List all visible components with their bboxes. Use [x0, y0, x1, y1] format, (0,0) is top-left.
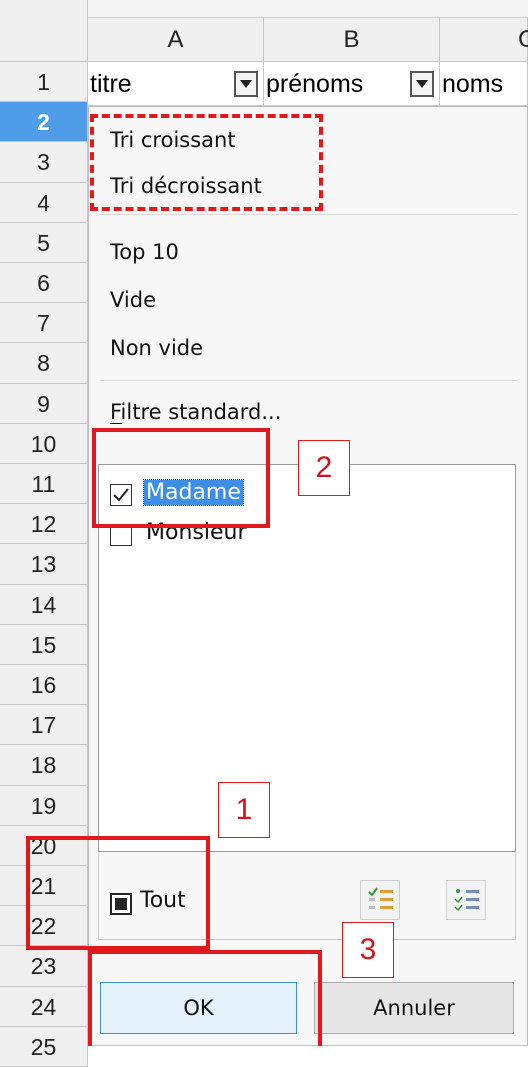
- menu-standard-filter-label: Filtre standard...: [110, 400, 282, 424]
- annotation-box-2: [92, 428, 270, 528]
- callout-1: 1: [218, 782, 270, 838]
- row-header[interactable]: 25: [0, 1026, 88, 1067]
- cell-c1[interactable]: noms: [440, 62, 528, 106]
- row-header[interactable]: 3: [0, 142, 88, 183]
- row-header[interactable]: 17: [0, 705, 88, 746]
- column-header-b[interactable]: B: [264, 18, 440, 62]
- row-header[interactable]: 8: [0, 343, 88, 384]
- row-header[interactable]: 16: [0, 665, 88, 706]
- row-header[interactable]: 18: [0, 745, 88, 786]
- select-current-only-icon: [368, 887, 393, 909]
- cell-a1[interactable]: titre: [88, 62, 264, 106]
- row-header[interactable]: 15: [0, 624, 88, 665]
- row-header[interactable]: 9: [0, 383, 88, 424]
- callout-2: 2: [298, 440, 350, 496]
- row-header[interactable]: 13: [0, 544, 88, 585]
- cancel-button[interactable]: Annuler: [314, 982, 514, 1034]
- menu-separator: [100, 380, 518, 381]
- annotation-box-1: [26, 836, 210, 950]
- row-header[interactable]: 6: [0, 263, 88, 304]
- row-header[interactable]: 4: [0, 182, 88, 223]
- row-header[interactable]: 7: [0, 303, 88, 344]
- row-header[interactable]: 2: [0, 102, 88, 143]
- row-header[interactable]: 10: [0, 423, 88, 464]
- dropdown-arrow-icon[interactable]: [410, 71, 434, 97]
- row-header[interactable]: 14: [0, 584, 88, 625]
- row-header[interactable]: 23: [0, 946, 88, 987]
- dropdown-arrow-icon[interactable]: [234, 71, 258, 97]
- callout-3: 3: [342, 922, 394, 978]
- menu-separator: [100, 214, 518, 215]
- annotation-box-3: [88, 950, 322, 1046]
- annotation-sort-dashed-box: [90, 114, 323, 211]
- menu-not-empty[interactable]: Non vide: [110, 336, 203, 360]
- row-header[interactable]: 12: [0, 504, 88, 545]
- unselect-current-only-button[interactable]: [446, 880, 486, 920]
- cell-b1[interactable]: prénoms: [264, 62, 440, 106]
- menu-standard-filter[interactable]: Filtre standard...: [110, 400, 282, 424]
- row-header[interactable]: 19: [0, 785, 88, 826]
- cell-b1-text: prénoms: [266, 70, 364, 98]
- menu-empty[interactable]: Vide: [110, 288, 156, 312]
- row-header[interactable]: 24: [0, 986, 88, 1027]
- unselect-current-only-icon: [454, 889, 479, 912]
- row-header[interactable]: 1: [0, 62, 88, 103]
- select-all-corner[interactable]: [0, 0, 88, 62]
- column-header-a[interactable]: A: [88, 18, 264, 62]
- select-current-only-button[interactable]: [360, 880, 400, 920]
- column-header-c[interactable]: C: [440, 18, 528, 62]
- row-header[interactable]: 5: [0, 222, 88, 263]
- cell-a1-text: titre: [90, 70, 132, 98]
- row-header[interactable]: 11: [0, 464, 88, 505]
- menu-top10[interactable]: Top 10: [110, 240, 179, 264]
- cell-c1-text: noms: [442, 70, 504, 98]
